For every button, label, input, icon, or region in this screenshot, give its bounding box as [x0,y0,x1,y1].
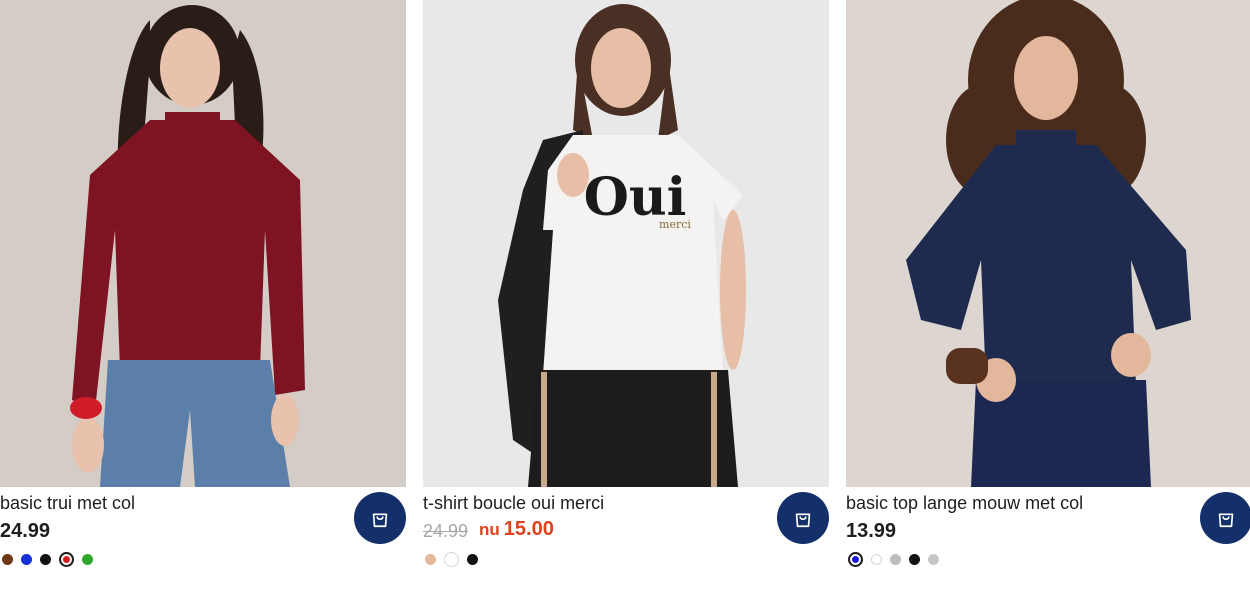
color-swatch[interactable] [909,554,920,565]
color-swatch[interactable] [444,552,459,567]
product-card[interactable]: basic trui met col 24.99 [0,0,406,607]
color-swatches [848,552,947,567]
shirt-print-small: merci [659,218,691,231]
product-name[interactable]: basic top lange mouw met col [846,492,1083,514]
color-swatches [425,552,486,567]
product-image[interactable] [846,0,1250,487]
color-swatch[interactable] [425,554,436,565]
sale-price-prefix: nu [479,520,500,539]
sale-price-group: nu 15.00 [479,518,554,541]
shopping-bag-icon [795,513,811,528]
color-swatch[interactable] [871,554,882,565]
product-name[interactable]: basic trui met col [0,492,135,514]
original-price: 24.99 [423,521,469,541]
color-swatch[interactable] [848,552,863,567]
add-to-cart-button[interactable] [354,492,406,544]
product-image[interactable] [0,0,406,487]
product-card[interactable]: basic top lange mouw met col 13.99 [846,0,1250,607]
color-swatch[interactable] [2,554,13,565]
product-grid: basic trui met col 24.99 Oui merci t-shi… [0,0,1250,607]
product-price: 13.99 [846,520,897,542]
shopping-bag-icon [372,513,388,528]
color-swatch[interactable] [40,554,51,565]
sale-price: 15.00 [503,518,554,540]
color-swatch[interactable] [467,554,478,565]
product-image[interactable]: Oui merci [423,0,829,487]
color-swatch[interactable] [82,554,93,565]
add-to-cart-button[interactable] [777,492,829,544]
shopping-bag-icon [1218,513,1234,528]
color-swatch[interactable] [21,554,32,565]
product-price: 24.99 [0,520,51,542]
color-swatch[interactable] [890,554,901,565]
color-swatch[interactable] [59,552,74,567]
color-swatches [2,552,101,567]
product-name[interactable]: t-shirt boucle oui merci [423,492,604,514]
product-card[interactable]: Oui merci t-shirt boucle oui merci 24.99… [423,0,829,607]
add-to-cart-button[interactable] [1200,492,1250,544]
color-swatch[interactable] [928,554,939,565]
